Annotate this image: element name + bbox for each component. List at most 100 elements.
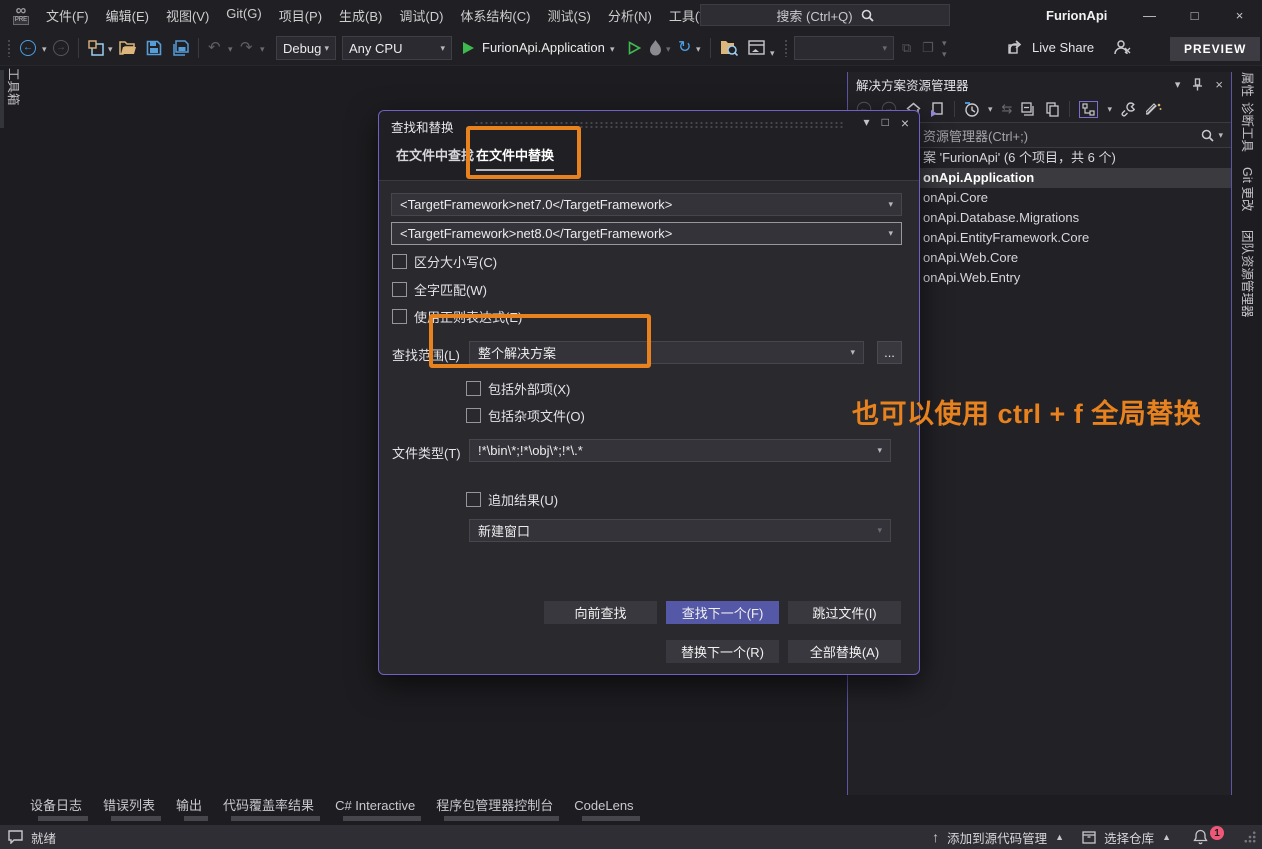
pin-icon[interactable] <box>1192 78 1203 91</box>
show-all-files-icon[interactable] <box>1045 102 1060 117</box>
file-nesting-caret[interactable]: ▾ <box>1107 104 1112 115</box>
pending-changes-filter-icon[interactable] <box>964 102 979 117</box>
resize-grip[interactable] <box>1244 831 1256 843</box>
menu-file[interactable]: 文件(F) <box>46 6 89 25</box>
filter-caret[interactable]: ▾ <box>988 104 993 115</box>
find-what-combobox[interactable]: <TargetFramework>net7.0</TargetFramework… <box>391 193 902 216</box>
open-folder-icon[interactable] <box>119 41 137 55</box>
whole-word-checkbox[interactable]: 全字匹配(W) <box>392 280 487 299</box>
add-to-source-control-button[interactable]: 添加到源代码管理 <box>947 828 1047 847</box>
checkbox <box>392 254 407 269</box>
hot-reload-icon[interactable] <box>648 39 663 57</box>
save-all-icon[interactable] <box>172 40 190 56</box>
menu-project[interactable]: 项目(P) <box>279 6 322 25</box>
menu-build[interactable]: 生成(B) <box>339 6 382 25</box>
append-results-checkbox[interactable]: 追加结果(U) <box>466 490 558 509</box>
window-layout-caret[interactable]: ▾ <box>770 48 775 59</box>
menu-edit[interactable]: 编辑(E) <box>106 6 149 25</box>
replace-all-button[interactable]: 全部替换(A) <box>788 640 901 663</box>
include-misc-files-checkbox[interactable]: 包括杂项文件(O) <box>466 406 585 425</box>
navigate-back-button[interactable]: ← <box>20 40 36 56</box>
find-in-files-icon[interactable] <box>720 40 738 56</box>
match-case-checkbox[interactable]: 区分大小写(C) <box>392 252 497 271</box>
startup-project-label[interactable]: FurionApi.Application <box>482 40 605 55</box>
back-dropdown-caret[interactable]: ▾ <box>42 44 47 55</box>
sidebar-tab-git-changes[interactable]: Git 更改 <box>1239 167 1258 211</box>
solution-configuration-dropdown[interactable]: Debug▾ <box>276 36 336 60</box>
panel-menu-caret[interactable]: ▾ <box>1175 78 1181 91</box>
file-types-combobox[interactable]: !*\bin\*;!*\obj\*;!*\.*▾ <box>469 439 891 462</box>
chevron-up-icon[interactable]: ▲ <box>1055 832 1064 842</box>
dialog-close-icon[interactable]: × <box>901 115 909 131</box>
search-options-caret[interactable]: ▾ <box>1218 130 1223 141</box>
tab-code-coverage[interactable]: 代码覆盖率结果 <box>223 797 314 821</box>
redo-caret[interactable]: ▾ <box>260 44 265 55</box>
notification-bell-icon[interactable] <box>1193 829 1208 845</box>
switch-views-icon[interactable] <box>930 102 945 117</box>
maximize-button[interactable]: □ <box>1172 0 1217 30</box>
replace-with-combobox[interactable]: <TargetFramework>net8.0</TargetFramework… <box>391 222 902 245</box>
tab-codelens[interactable]: CodeLens <box>574 797 633 821</box>
select-repository-button[interactable]: 选择仓库 <box>1104 828 1154 847</box>
browse-scope-button[interactable]: ... <box>877 341 902 364</box>
menu-git[interactable]: Git(G) <box>226 6 261 25</box>
preview-badge[interactable]: PREVIEW <box>1170 37 1260 61</box>
results-window-dropdown[interactable]: 新建窗口▾ <box>469 519 891 542</box>
quick-search-box[interactable]: 搜索 (Ctrl+Q) <box>700 4 950 26</box>
window-layout-icon[interactable] <box>748 40 765 55</box>
live-share-icon[interactable] <box>1008 40 1026 55</box>
sidebar-tab-team-explorer[interactable]: 团队资源管理器 <box>1239 230 1258 318</box>
replace-next-button[interactable]: 替换下一个(R) <box>666 640 779 663</box>
overflow-caret[interactable]: ▾▾ <box>942 38 947 60</box>
toolbar-grip[interactable] <box>7 39 11 57</box>
undo-caret[interactable]: ▾ <box>228 44 233 55</box>
unused-dropdown[interactable]: ▾ <box>794 36 894 60</box>
restart-caret[interactable]: ▾ <box>696 44 701 55</box>
startup-project-caret[interactable]: ▾ <box>610 44 615 55</box>
solution-platform-dropdown[interactable]: Any CPU▾ <box>342 36 452 60</box>
start-without-debug-icon[interactable] <box>628 41 641 55</box>
tab-package-manager-console[interactable]: 程序包管理器控制台 <box>436 797 553 821</box>
menu-analyze[interactable]: 分析(N) <box>608 6 652 25</box>
toolbar-grip[interactable] <box>784 39 788 57</box>
menu-test[interactable]: 测试(S) <box>547 6 590 25</box>
sidebar-tab-diagnostic-tools[interactable]: 诊断工具 <box>1239 102 1258 152</box>
tab-find-in-files[interactable]: 在文件中查找 <box>396 145 474 171</box>
undo-icon[interactable]: ↶ <box>208 38 221 56</box>
minimize-button[interactable]: — <box>1127 0 1172 30</box>
menu-view[interactable]: 视图(V) <box>166 6 209 25</box>
panel-close-icon[interactable]: × <box>1215 77 1223 92</box>
chevron-up-icon[interactable]: ▲ <box>1162 832 1171 842</box>
find-next-button[interactable]: 查找下一个(F) <box>666 601 779 624</box>
find-previous-button[interactable]: 向前查找 <box>544 601 657 624</box>
skip-file-button[interactable]: 跳过文件(I) <box>788 601 901 624</box>
tab-device-log[interactable]: 设备日志 <box>30 797 82 821</box>
sidebar-tab-toolbox[interactable]: 工具箱 <box>5 68 24 106</box>
notification-badge[interactable]: 1 <box>1210 826 1224 840</box>
collapse-all-icon[interactable] <box>1021 102 1036 117</box>
save-icon[interactable] <box>146 40 162 56</box>
sidebar-tab-properties[interactable]: 属性 <box>1239 72 1258 97</box>
live-share-label[interactable]: Live Share <box>1032 40 1094 55</box>
feedback-person-icon[interactable] <box>1113 39 1131 56</box>
dialog-menu-caret[interactable]: ▾ <box>864 115 870 131</box>
add-item-icon[interactable] <box>1146 102 1162 116</box>
restart-icon[interactable]: ↻ <box>678 37 691 57</box>
tab-csharp-interactive[interactable]: C# Interactive <box>335 797 415 821</box>
start-debug-icon[interactable] <box>462 41 475 55</box>
menu-debug[interactable]: 调试(D) <box>399 6 443 25</box>
navigate-forward-button[interactable]: → <box>53 40 69 56</box>
scope-view-toggle[interactable] <box>1079 101 1098 118</box>
new-project-caret[interactable]: ▾ <box>108 44 113 55</box>
feedback-bubble-icon[interactable] <box>8 830 23 844</box>
menu-architecture[interactable]: 体系结构(C) <box>460 6 530 25</box>
redo-icon[interactable]: ↷ <box>240 38 253 56</box>
include-external-items-checkbox[interactable]: 包括外部项(X) <box>466 379 570 398</box>
close-button[interactable]: × <box>1217 0 1262 30</box>
new-project-icon[interactable] <box>88 40 105 57</box>
hot-reload-caret[interactable]: ▾ <box>666 44 671 55</box>
tab-output[interactable]: 输出 <box>176 797 202 821</box>
dialog-maximize-icon[interactable]: □ <box>882 115 889 131</box>
tab-error-list[interactable]: 错误列表 <box>103 797 155 821</box>
wrench-icon[interactable] <box>1121 101 1137 117</box>
